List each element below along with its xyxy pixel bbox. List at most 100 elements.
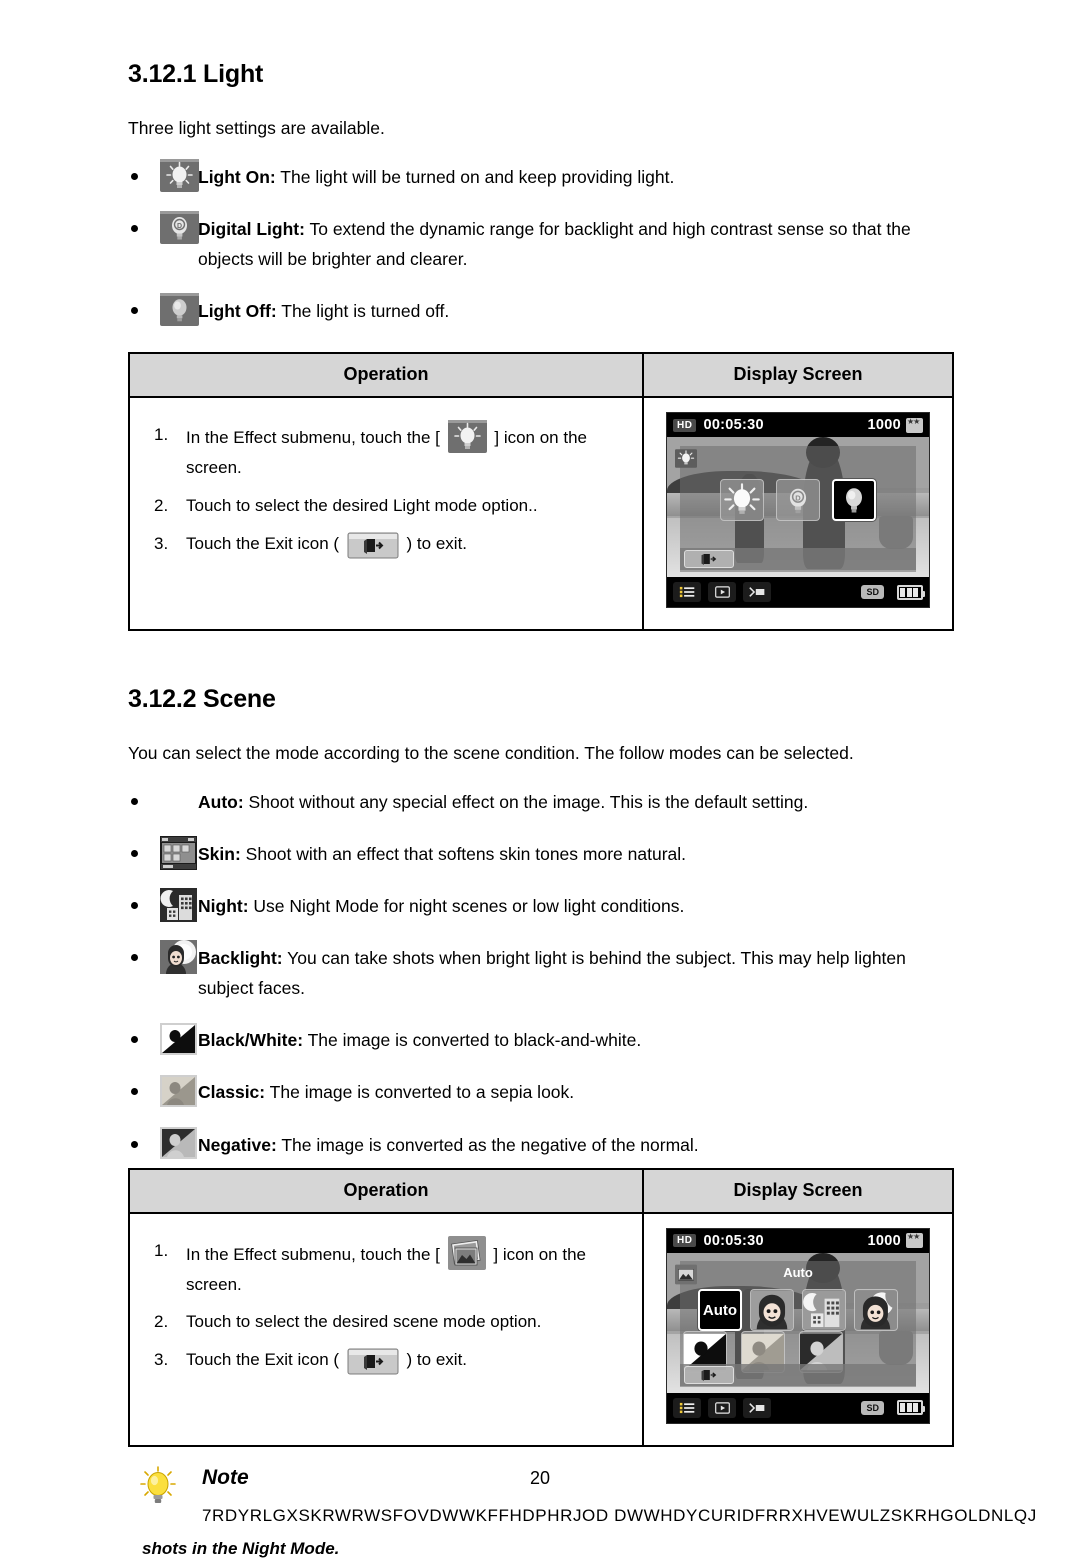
exit-icon [347, 1348, 399, 1375]
sd-badge: SD [861, 1400, 884, 1415]
scene-section-heading: 3.12.2 Scene [128, 685, 276, 714]
option-night[interactable] [802, 1289, 846, 1332]
digital-light-icon: D [160, 210, 199, 244]
header-display-screen: Display Screen [642, 352, 954, 399]
backlight-icon [160, 940, 197, 975]
light-on-text: The light will be turned on and keep pro… [275, 166, 675, 187]
night-label: Night: [198, 896, 249, 917]
steps-list: In the Effect submenu, touch the [] ico… [130, 1214, 642, 1402]
list-item-negative: Negative: The image is converted as the … [128, 1126, 952, 1160]
backlight-label: Backlight: [198, 948, 283, 969]
black-white-text: The image is converted to black-and-whit… [303, 1030, 642, 1051]
bullet-dot [131, 954, 138, 962]
camera-display-light: HD 00:05:30 1000 ★★ D SD [666, 412, 930, 609]
option-digital-light[interactable]: D [776, 479, 820, 522]
quality-icon [906, 417, 923, 433]
camera-viewfinder: D [667, 437, 929, 578]
option-light-off[interactable] [832, 479, 876, 522]
bullet-dot [131, 902, 138, 910]
battery-icon [897, 584, 925, 600]
option-skin[interactable] [750, 1289, 794, 1332]
table-header-row: Operation Display Screen [128, 1167, 954, 1214]
header-operation: Operation [128, 1167, 644, 1214]
exit-button[interactable] [684, 550, 735, 569]
light-off-label: Light Off: [198, 301, 277, 322]
list-item-digital-light: D Digital Light: To extend the dynamic r… [128, 210, 952, 274]
step-3-text-a: Touch the Exit icon ( [186, 533, 340, 553]
header-operation: Operation [128, 352, 644, 399]
digital-light-label: Digital Light: [198, 218, 305, 239]
quality-icon [906, 1232, 923, 1249]
option-auto[interactable]: Auto [698, 1289, 742, 1332]
exit-button[interactable] [684, 1365, 735, 1384]
list-item-classic: Classic: The image is converted to a sep… [128, 1074, 952, 1107]
black-white-icon [160, 1022, 197, 1055]
step-1: In the Effect submenu, touch the [] ico… [146, 420, 628, 483]
svg-text:D: D [177, 223, 182, 230]
classic-text: The image is converted to a sepia look. [265, 1082, 575, 1103]
night-icon [160, 888, 197, 923]
negative-icon [160, 1126, 197, 1159]
sd-badge: SD [861, 585, 884, 600]
bullet-dot [131, 172, 138, 180]
list-item-light-off: Light Off: The light is turned off. [128, 293, 952, 327]
bullet-dot [131, 849, 138, 857]
hd-badge: HD [673, 418, 697, 432]
light-section-heading: 3.12.1 Light [128, 60, 264, 88]
step-3-text-b: ) to exit. [406, 1350, 468, 1370]
light-section-intro: Three light settings are available. [128, 118, 385, 138]
camera-status-bar: HD 00:05:30 1000 [667, 413, 929, 438]
scene-icon [447, 1235, 486, 1270]
negative-text: The image is converted as the negative o… [276, 1134, 699, 1155]
skin-label: Skin: [198, 843, 241, 864]
list-item-black-white: Black/White: The image is converted to b… [128, 1022, 952, 1055]
step-3: Touch the Exit icon ( ) to exit. [146, 1345, 628, 1375]
step-1-text-a: In the Effect submenu, touch the [ [186, 428, 440, 448]
effect-icon[interactable] [743, 582, 771, 603]
list-item-night: Night: Use Night Mode for night scenes o… [128, 888, 952, 923]
exit-icon [347, 532, 399, 559]
light-on-icon [447, 420, 487, 454]
camera-display-scene: HD 00:05:30 1000 ★★ Auto Auto SD [666, 1227, 930, 1424]
effect-icon[interactable] [743, 1397, 771, 1418]
bullet-dot [131, 1088, 138, 1096]
header-display-screen: Display Screen [642, 1167, 954, 1214]
digital-light-text: To extend the dynamic range for backligh… [198, 218, 911, 269]
page-content: 3.12.1 Light Three light settings are av… [128, 60, 1036, 1561]
operation-cell: In the Effect submenu, touch the [] ico… [128, 1211, 644, 1447]
step-3-text-a: Touch the Exit icon ( [186, 1350, 340, 1370]
step-1: In the Effect submenu, touch the [] ico… [146, 1235, 628, 1300]
page-number: 20 [529, 1468, 551, 1488]
light-settings-list: Light On: The light will be turned on an… [128, 158, 952, 327]
exit-bar [680, 548, 916, 571]
option-light-on[interactable] [720, 479, 764, 522]
auto-text: Shoot without any special effect on the … [243, 791, 809, 812]
steps-list: In the Effect submenu, touch the [] ico… [130, 398, 642, 585]
menu-icon[interactable] [673, 1397, 701, 1418]
light-off-text: The light is turned off. [276, 301, 450, 322]
list-item-backlight: Backlight: You can take shots when brigh… [128, 940, 952, 1003]
playback-icon[interactable] [708, 582, 736, 603]
camera-toolbar: SD [667, 577, 929, 608]
scene-section-intro: You can select the mode according to the… [128, 743, 854, 764]
bullet-dot [131, 307, 138, 315]
step-3: Touch the Exit icon ( ) to exit. [146, 529, 628, 559]
bullet-dot [131, 797, 138, 805]
camera-status-bar: HD 00:05:30 1000 [667, 1228, 929, 1253]
light-off-icon [160, 293, 199, 327]
menu-icon[interactable] [673, 582, 701, 603]
playback-icon[interactable] [708, 1397, 736, 1418]
exit-bar [680, 1363, 916, 1386]
negative-label: Negative: [198, 1134, 277, 1155]
bullet-dot [131, 1140, 138, 1148]
manual-page: 3.12.1 Light Three light settings are av… [0, 0, 1080, 1558]
svg-text:D: D [795, 493, 801, 502]
operation-cell: In the Effect submenu, touch the [] ico… [128, 396, 644, 632]
step-2: Touch to select the desired scene mode o… [154, 1307, 542, 1337]
shots-remaining: 1000 [867, 1232, 901, 1249]
list-item-light-on: Light On: The light will be turned on an… [128, 158, 952, 192]
night-text: Use Night Mode for night scenes or low l… [248, 896, 685, 917]
scene-modes-list: Auto: Shoot without any special effect o… [128, 787, 952, 1160]
light-options-row: D [667, 479, 929, 522]
option-backlight[interactable] [854, 1289, 898, 1332]
